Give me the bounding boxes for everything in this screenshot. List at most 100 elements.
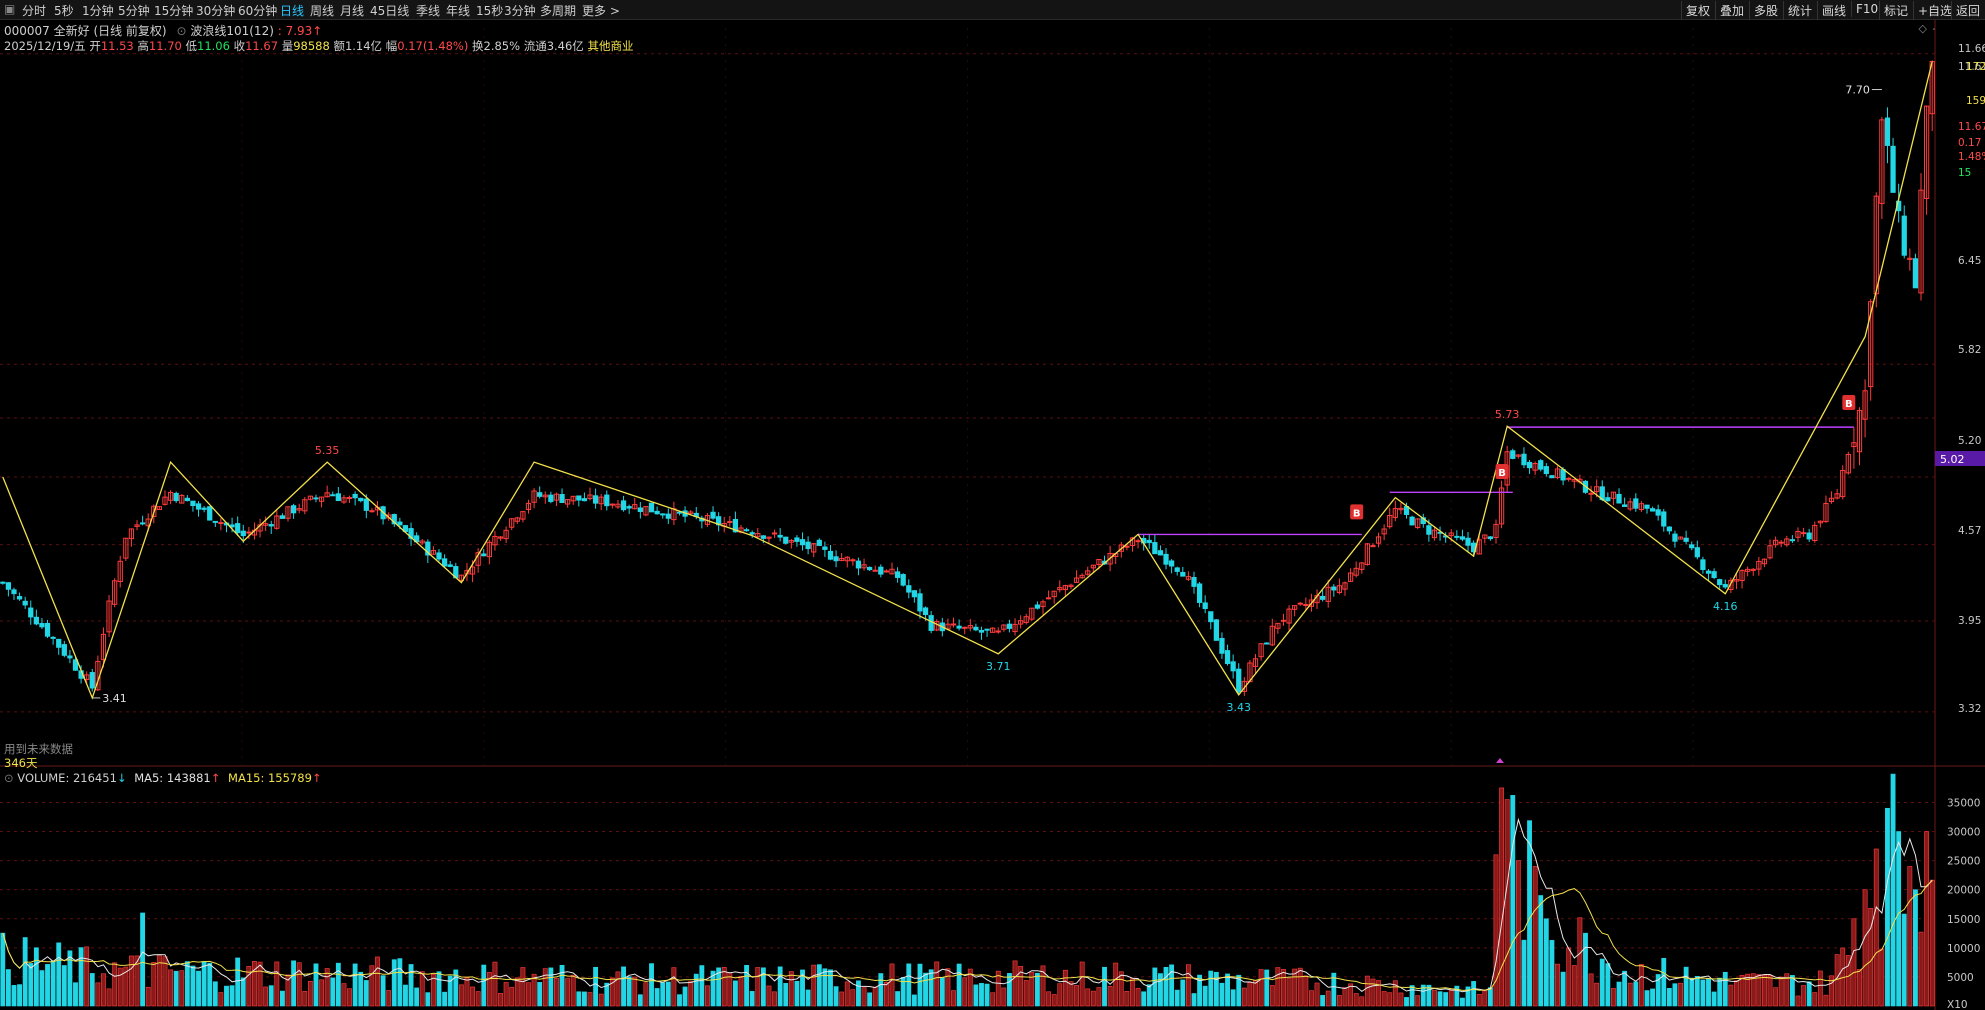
- candle-body: [950, 623, 957, 626]
- candle-body: [16, 596, 23, 600]
- volume-bar: [190, 965, 196, 1007]
- volume-bar: [1191, 993, 1197, 1007]
- volume-bar: [1163, 966, 1169, 1007]
- volume-bar: [425, 992, 431, 1007]
- volume-bar: [1074, 985, 1079, 1007]
- volume-bar: [1359, 996, 1365, 1007]
- candle-body: [352, 493, 358, 499]
- volume-bar: [816, 964, 822, 1007]
- volume-bar: [1292, 968, 1298, 1007]
- volume-bar: [419, 971, 425, 1007]
- volume-bar: [1180, 979, 1186, 1007]
- candle-body: [1124, 545, 1130, 548]
- volume-bar: [1213, 971, 1219, 1007]
- kline-chart[interactable]: 3.41 5.35 3.71 3.43 5.73 4.16 7.70 B B B 11.66 11.…: [0, 0, 1985, 1010]
- candle-body: [827, 550, 834, 560]
- candle-body: [956, 625, 962, 629]
- volume-bar: [302, 991, 308, 1007]
- volume-bar: [1325, 990, 1331, 1007]
- volume-bar: [1001, 987, 1007, 1007]
- candle-body: [576, 495, 582, 501]
- candle-body: [50, 636, 56, 639]
- candle-body: [783, 536, 789, 544]
- candle-body: [900, 574, 906, 586]
- candle-body: [1297, 602, 1303, 605]
- volume-bar: [1722, 971, 1728, 1007]
- candle-body: [441, 558, 448, 567]
- volume-bar: [84, 946, 90, 1007]
- volume-bar: [1404, 997, 1409, 1007]
- candle-body: [620, 500, 627, 511]
- volume-toggle-icon[interactable]: ⊙: [4, 771, 14, 785]
- candle-body: [1280, 619, 1287, 622]
- volume-bar: [1773, 987, 1779, 1007]
- price-label: 3.41: [102, 692, 127, 705]
- volume-bar: [1739, 974, 1745, 1007]
- volume-bar: [229, 985, 235, 1007]
- candle-body: [1683, 537, 1689, 542]
- volume-bar: [212, 981, 218, 1007]
- candle-body: [581, 498, 588, 502]
- volume-bar: [615, 971, 621, 1007]
- candle-body: [749, 532, 755, 535]
- quote-label: 159: [1966, 95, 1985, 107]
- candle-body: [1191, 577, 1197, 587]
- volume-bar: [352, 963, 358, 1007]
- volume-bar: [1124, 991, 1130, 1007]
- volume-bar: [1644, 990, 1650, 1007]
- candle-body: [11, 589, 17, 595]
- volume-bar: [313, 963, 319, 1007]
- price-label: 7.70: [1845, 84, 1870, 97]
- candle-body: [212, 520, 218, 523]
- volume-bar: [1230, 989, 1236, 1007]
- volume-bar: [268, 985, 274, 1007]
- volume-bar: [291, 960, 297, 1007]
- volume-bar: [1532, 866, 1538, 1007]
- volume-bar: [570, 974, 576, 1007]
- candle-body: [1152, 542, 1158, 555]
- quote-label: 1.48%: [1958, 151, 1985, 163]
- volume-bar: [755, 967, 761, 1007]
- volume-bar: [1873, 848, 1879, 1007]
- volume-bar: [1264, 969, 1270, 1007]
- volume-bar: [173, 970, 179, 1007]
- volume-bar: [1795, 995, 1801, 1007]
- volume-bar: [749, 991, 755, 1007]
- volume-bar: [1633, 981, 1639, 1007]
- volume-bar: [1929, 879, 1935, 1007]
- volume-bar: [1504, 799, 1510, 1007]
- candle-body: [833, 556, 839, 562]
- volume-bar: [1096, 987, 1102, 1007]
- candle-body: [1208, 611, 1214, 623]
- volume-bar: [738, 975, 744, 1007]
- candle-body: [654, 510, 660, 515]
- candle-body: [1230, 661, 1236, 672]
- volume-bar: [889, 963, 895, 1007]
- down-arrow-icon: ↓: [116, 771, 127, 785]
- volume-bar: [682, 986, 688, 1007]
- volume-bar: [1409, 985, 1415, 1007]
- quote-label: 11.67: [1958, 121, 1985, 133]
- volume-bar: [939, 977, 945, 1007]
- volume-bar: [1275, 967, 1281, 1007]
- candle-body: [1621, 504, 1628, 507]
- volume-bar: [956, 963, 962, 1007]
- volume-bar: [637, 994, 643, 1007]
- volume-bar: [380, 975, 386, 1007]
- candle-body: [184, 497, 190, 502]
- volume-bar: [347, 988, 352, 1007]
- candle-body: [928, 615, 934, 631]
- volume-bar: [475, 991, 481, 1007]
- volume-bar: [839, 991, 845, 1007]
- volume-bar: [1314, 982, 1320, 1007]
- volume-bar: [1627, 982, 1633, 1007]
- volume-bar: [1281, 969, 1286, 1007]
- volume-bar: [1057, 983, 1063, 1007]
- candle-body: [201, 507, 207, 510]
- volume-bar: [772, 991, 777, 1007]
- volume-bar: [1476, 994, 1482, 1007]
- candlesticks: [0, 60, 1935, 696]
- candle-body: [1711, 571, 1717, 578]
- volume-bar: [1823, 994, 1829, 1007]
- volume-bar: [945, 968, 951, 1007]
